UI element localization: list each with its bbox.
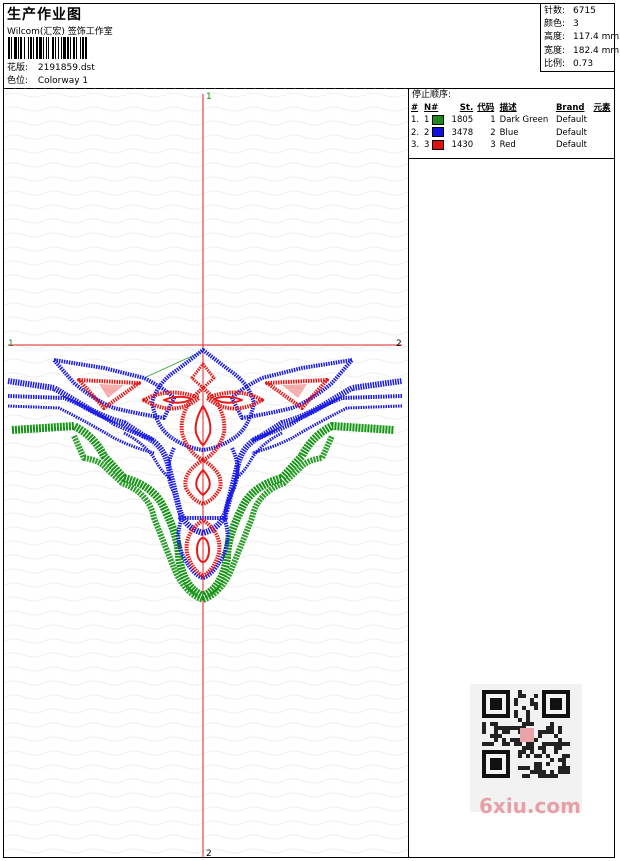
barcode [8, 37, 144, 59]
stop-sequence-panel: 停止顺序: # N# St. 代码 描述 Brand 元素 1. 1 1805 [409, 88, 614, 152]
design-stats: 针数: 6715 颜色: 3 高度: 117.4 mm 宽度: 182.4 mm 比例:… [540, 4, 620, 72]
panel-divider [409, 158, 614, 159]
colorway-line: 色位: Colorway 1 [7, 73, 88, 86]
color-swatch [432, 114, 445, 125]
table-row: 1. 1 1805 1 Dark Green Default [411, 114, 588, 125]
color-swatch [432, 139, 445, 150]
col-num: # [411, 103, 419, 113]
stat-stitches: 针数: 6715 [544, 6, 596, 16]
design-file-value: 2191859.dst [37, 63, 95, 73]
sheet-header: 生产作业图 Wilcom(汇宏) 签饰工作室 花版: 2191859.dst 色… [4, 4, 620, 89]
stat-width: 宽度: 182.4 mm [544, 45, 620, 56]
color-swatch [432, 127, 445, 137]
axis-label-left: 1 [8, 339, 14, 349]
col-brand: Brand [555, 103, 585, 113]
col-element: 元素 [593, 103, 611, 113]
axis-label-bottom: 2 [206, 849, 212, 858]
stat-colors: 颜色: 3 [544, 19, 579, 30]
col-stitches: St. [459, 103, 474, 113]
design-preview: 1 2 1 2 [4, 88, 409, 858]
col-needle: N# [423, 103, 439, 113]
production-sheet: 生产作业图 Wilcom(汇宏) 签饰工作室 花版: 2191859.dst 色… [3, 3, 620, 858]
color-table: # N# St. 代码 描述 Brand 元素 1. 1 1805 1 Dark… [409, 102, 614, 152]
stat-scale: 比例: 0.73 [544, 58, 594, 69]
stat-height: 高度: 117.4 mm [544, 32, 620, 43]
col-code: 代码 [477, 103, 495, 113]
color-table-header: # N# St. 代码 描述 Brand 元素 [409, 102, 614, 114]
qr-code [470, 684, 582, 812]
colorway-label: 色位: [7, 76, 29, 86]
axis-label-right: 2 [396, 339, 402, 349]
colorway-value: Colorway 1 [37, 76, 89, 86]
table-row: 3. 3 1430 3 Red Default [411, 139, 588, 150]
table-row: 2. 2 3478 2 Blue Default [411, 127, 588, 138]
design-file-line: 花版: 2191859.dst [7, 60, 95, 73]
axis-label-top: 1 [206, 92, 212, 102]
page-title: 生产作业图 [7, 7, 82, 23]
design-file-label: 花版: [7, 63, 29, 73]
embroidery-design: 1 2 1 2 [4, 88, 408, 858]
stop-sequence-title: 停止顺序: [412, 90, 452, 100]
col-description: 描述 [499, 103, 517, 113]
watermark-text: 6xiu.com [479, 794, 581, 818]
company-name: Wilcom(汇宏) 签饰工作室 [7, 27, 113, 37]
